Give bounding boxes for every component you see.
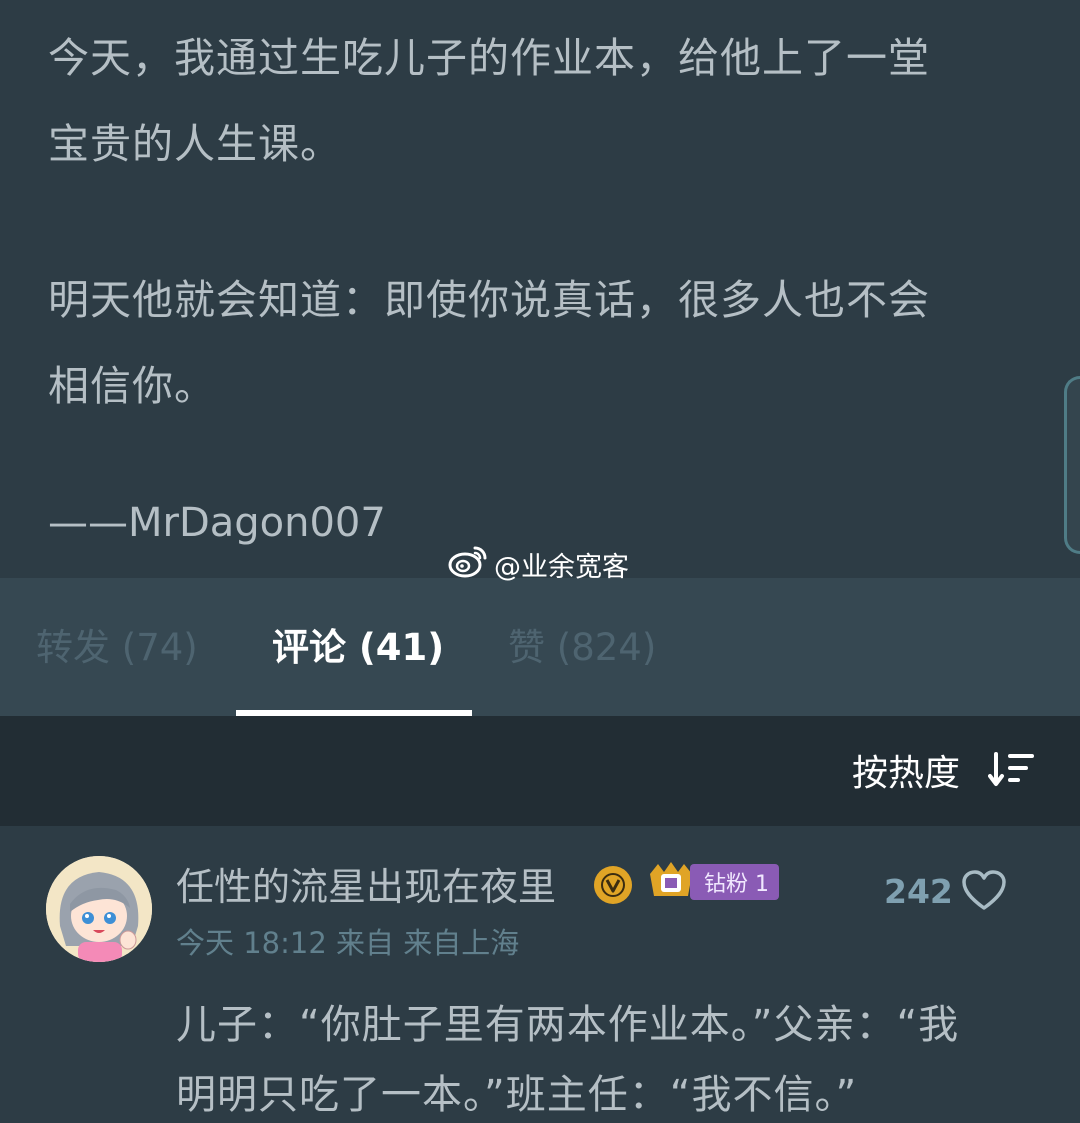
post-text-line: 宝贵的人生课。 (48, 120, 342, 168)
tab-likes[interactable]: 赞 (824) (508, 618, 656, 678)
sort-by-popularity-button[interactable]: 按热度 (852, 744, 960, 796)
verified-icon (594, 866, 632, 904)
avatar[interactable] (46, 856, 152, 962)
sort-bar: 按热度 (0, 716, 1080, 826)
tab-bar: 转发 (74) 评论 (41) 赞 (824) (0, 578, 1080, 716)
post-text-line: 今天，我通过生吃儿子的作业本，给他上了一堂 (48, 34, 930, 82)
crown-icon (646, 860, 696, 904)
comment-text-line: 儿子：“你肚子里有两本作业本。”父亲：“我 (176, 1002, 960, 1048)
sort-icon[interactable] (988, 750, 1034, 790)
tab-comments[interactable]: 评论 (41) (272, 618, 444, 678)
post-text-line: 明天他就会知道：即使你说真话，很多人也不会 (48, 276, 930, 324)
comment-meta: 今天 18:12 来自 来自上海 (176, 926, 520, 960)
post-text-line: 相信你。 (48, 362, 216, 410)
fan-badge[interactable]: 钻粉 1 (646, 862, 779, 902)
heart-icon[interactable] (960, 868, 1008, 912)
like-count: 242 (884, 872, 953, 911)
comment-username[interactable]: 任性的流星出现在夜里 (176, 856, 556, 911)
fan-badge-label: 钻粉 1 (690, 864, 779, 900)
comment-text-line: 明明只吃了一本。”班主任：“我不信。” (176, 1072, 858, 1118)
weibo-icon (448, 544, 488, 585)
post-signature: ——MrDagon007 (48, 500, 386, 546)
watermark: @业余宽客 (448, 544, 629, 584)
tab-repost[interactable]: 转发 (74) (36, 618, 198, 678)
scroll-handle[interactable] (1064, 376, 1080, 554)
watermark-text: @业余宽客 (494, 551, 629, 583)
comment-item: 任性的流星出现在夜里 钻粉 1 今天 18:12 来自 来自上海 242 儿子：… (0, 826, 1080, 1123)
post-content: 今天，我通过生吃儿子的作业本，给他上了一堂 宝贵的人生课。 明天他就会知道：即使… (0, 0, 1080, 578)
